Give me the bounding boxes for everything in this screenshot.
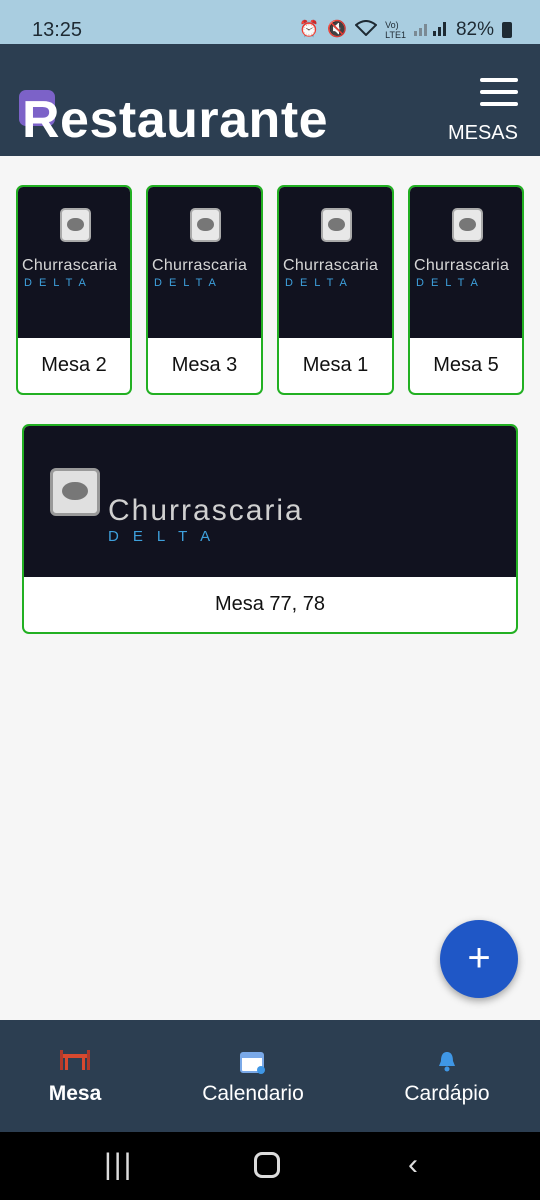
app-header: Restaurante MESAS — [0, 44, 540, 156]
restaurant-logo-image: Churrascaria DELTA — [410, 187, 522, 338]
nav-label: Calendario — [202, 1082, 304, 1105]
grill-icon — [190, 208, 221, 242]
brand-name: Churrascaria — [22, 257, 118, 274]
grill-icon — [60, 208, 91, 242]
brand-name: Churrascaria — [152, 257, 248, 274]
table-card[interactable]: Churrascaria DELTA Mesa 77, 78 — [22, 424, 518, 634]
nav-item-calendario[interactable]: Calendario — [178, 1020, 328, 1132]
table-card[interactable]: Churrascaria DELTA Mesa 1 — [277, 185, 394, 395]
home-icon[interactable] — [254, 1152, 280, 1178]
signal-icon — [413, 20, 448, 40]
back-icon[interactable]: ‹ — [408, 1150, 418, 1180]
table-card[interactable]: Churrascaria DELTA Mesa 5 — [408, 185, 524, 395]
app-title: Restaurante — [22, 91, 329, 149]
table-label: Mesa 5 — [433, 354, 499, 376]
battery-level: 82% — [455, 19, 494, 40]
nav-item-mesa[interactable]: Mesa — [10, 1020, 140, 1132]
mute-icon: 🔇 — [327, 21, 348, 38]
volte-icon: Vo) LTE1 — [385, 20, 406, 40]
table-label: Mesa 3 — [171, 354, 238, 376]
table-label: Mesa 77, 78 — [214, 593, 326, 615]
table-label: Mesa 1 — [302, 354, 369, 376]
mesas-nav-link[interactable]: MESAS — [448, 122, 518, 145]
brand-subtitle: DELTA — [285, 277, 354, 289]
nav-label: Mesa — [48, 1082, 102, 1105]
hamburger-menu-icon[interactable] — [480, 78, 518, 106]
nav-item-cardapio[interactable]: Cardápio — [377, 1020, 517, 1132]
table-label: Mesa 2 — [41, 354, 107, 376]
calendar-icon — [240, 1050, 266, 1078]
table-card[interactable]: Churrascaria DELTA Mesa 2 — [16, 185, 132, 395]
restaurant-logo-image: Churrascaria DELTA — [148, 187, 261, 338]
brand-name: Churrascaria — [108, 494, 304, 527]
dining-table-icon — [60, 1050, 90, 1076]
alarm-icon: ⏰ — [299, 21, 320, 38]
brand-subtitle: DELTA — [416, 277, 485, 289]
bell-icon — [438, 1050, 456, 1076]
brand-name: Churrascaria — [414, 257, 510, 274]
battery-icon — [502, 22, 512, 38]
brand-subtitle: DELTA — [108, 528, 225, 545]
grill-icon — [452, 208, 483, 242]
restaurant-logo-image: Churrascaria DELTA — [279, 187, 392, 338]
add-table-button[interactable]: + — [440, 920, 518, 998]
grill-icon — [321, 208, 352, 242]
brand-subtitle: DELTA — [154, 277, 223, 289]
recent-apps-icon[interactable]: ||| — [104, 1150, 133, 1180]
nav-label: Cardápio — [404, 1082, 490, 1105]
restaurant-logo-image: Churrascaria DELTA — [18, 187, 130, 338]
status-time: 13:25 — [32, 19, 83, 41]
brand-subtitle: DELTA — [24, 277, 93, 289]
table-card[interactable]: Churrascaria DELTA Mesa 3 — [146, 185, 263, 395]
status-icons: ⏰ 🔇 Vo) LTE1 82% — [299, 19, 512, 41]
wifi-icon — [354, 20, 378, 40]
system-navigation-bar: ||| ‹ — [0, 1132, 540, 1200]
restaurant-logo-image: Churrascaria DELTA — [24, 426, 516, 577]
grill-icon — [50, 468, 100, 516]
brand-name: Churrascaria — [283, 257, 379, 274]
status-bar: 13:25 ⏰ 🔇 Vo) LTE1 82% — [0, 0, 540, 44]
bottom-navigation: Mesa Calendario Cardápio — [0, 1020, 540, 1132]
